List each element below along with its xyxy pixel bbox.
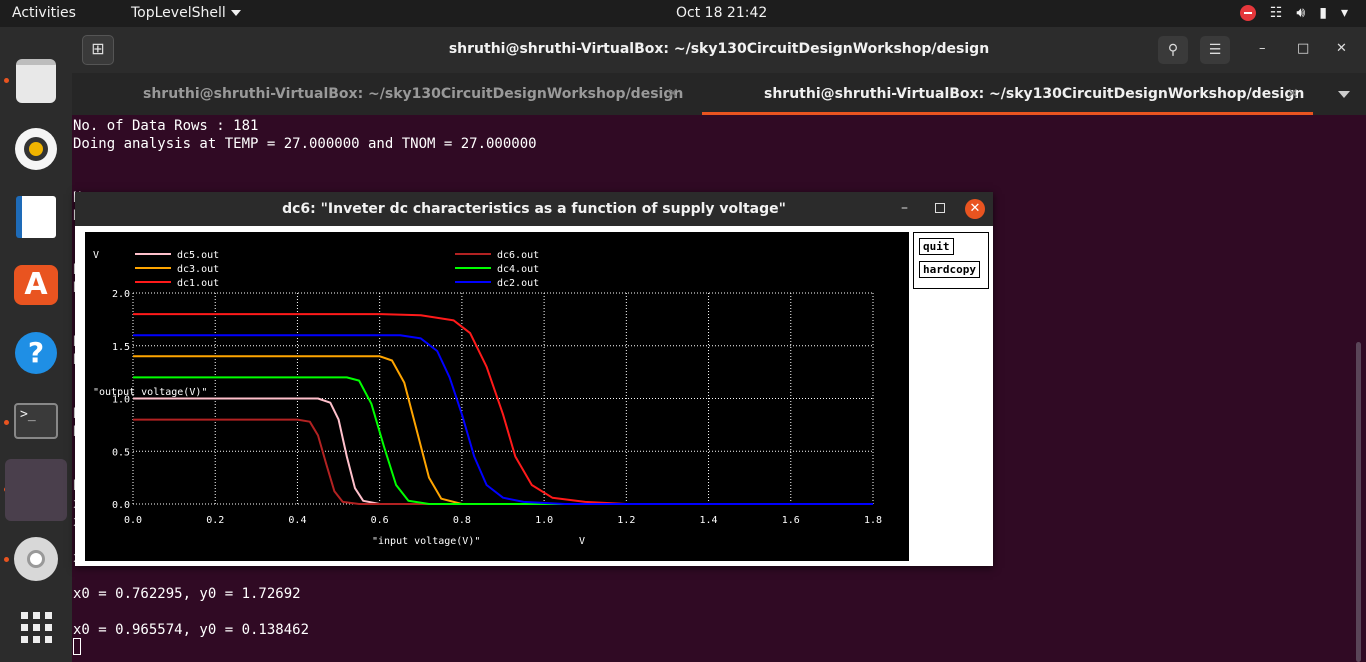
- running-indicator: [4, 78, 9, 83]
- terminal-cursor: [73, 638, 81, 655]
- plot-window-title: dc6: "Inveter dc characteristics as a fu…: [282, 201, 786, 217]
- network-icon[interactable]: ☷: [1270, 4, 1283, 22]
- x-tick-label: 0.0: [124, 515, 142, 526]
- x-tick-label: 1.2: [617, 515, 635, 526]
- maximize-button[interactable]: □: [1297, 41, 1309, 56]
- plot-button-panel: quit hardcopy: [913, 232, 989, 289]
- app-menu-label: TopLevelShell: [131, 5, 226, 21]
- chart: 0.0 0.2 0.4 0.6 0.8 1.0 1.2 1.4 1.6 1.80.00.51.01…: [93, 250, 882, 547]
- activities-button[interactable]: Activities: [12, 5, 76, 21]
- y-tick-label: 1.5: [112, 342, 130, 353]
- plot-area[interactable]: 0.0 0.2 0.4 0.6 0.8 1.0 1.2 1.4 1.6 1.8 0.0 0.5 1.0 1…: [85, 232, 909, 561]
- x-axis-unit: V: [579, 536, 585, 547]
- software-store-icon[interactable]: A: [10, 259, 62, 311]
- legend-label: dc4.out: [497, 264, 539, 275]
- minimize-button[interactable]: –: [901, 200, 908, 216]
- top-bar: Activities TopLevelShell Oct 18 21:42 ☷ …: [0, 0, 1366, 27]
- x-tick-label: 1.6: [782, 515, 800, 526]
- series-line-dc6-out: [133, 418, 873, 505]
- menu-button[interactable]: ☰: [1200, 36, 1230, 64]
- minimize-button[interactable]: –: [1259, 41, 1266, 56]
- x-tick-label: 1.0: [535, 515, 553, 526]
- x-axis-label: "input voltage(V)": [372, 536, 480, 547]
- series-line-dc3-out: [133, 355, 873, 505]
- terminal-icon[interactable]: >_: [10, 395, 62, 447]
- x-tick-label: 1.4: [700, 515, 718, 526]
- system-tray[interactable]: ☷ 🔊︎ ▮ ▾: [1239, 4, 1348, 22]
- close-icon[interactable]: ✕: [667, 73, 679, 115]
- y-tick-label: 0.0: [112, 500, 130, 511]
- running-indicator: [4, 420, 9, 425]
- plot-window: dc6: "Inveter dc characteristics as a fu…: [75, 192, 993, 566]
- y-axis-label: "output voltage(V)": [93, 387, 207, 398]
- series-line-dc1-out: [133, 313, 873, 505]
- hamburger-icon: ☰: [1208, 42, 1222, 58]
- legend-label: dc1.out: [177, 278, 219, 289]
- show-apps-icon[interactable]: [10, 601, 62, 653]
- tab-label: shruthi@shruthi-VirtualBox: ~/sky130Circ…: [143, 86, 684, 102]
- dock: A ? >_: [0, 27, 72, 662]
- y-tick-label: 0.5: [112, 447, 130, 458]
- terminal-scrollbar[interactable]: [1356, 342, 1361, 662]
- writer-icon[interactable]: [10, 191, 62, 243]
- series-line-dc4-out: [133, 376, 873, 505]
- running-indicator: [4, 557, 9, 562]
- close-button[interactable]: ✕: [1336, 41, 1347, 56]
- terminal-line: No. of Data Rows : 181: [73, 118, 259, 134]
- tab-label: shruthi@shruthi-VirtualBox: ~/sky130Circ…: [764, 86, 1305, 102]
- rhythmbox-icon[interactable]: [10, 123, 62, 175]
- plot-window-titlebar[interactable]: dc6: "Inveter dc characteristics as a fu…: [75, 192, 993, 226]
- maximize-button[interactable]: [935, 203, 945, 213]
- quit-button[interactable]: quit: [919, 238, 954, 255]
- help-icon[interactable]: ?: [10, 327, 62, 379]
- legend-label: dc6.out: [497, 250, 539, 261]
- search-button[interactable]: ⚲: [1158, 36, 1188, 64]
- y-axis-unit: V: [93, 250, 99, 261]
- tab-1[interactable]: shruthi@shruthi-VirtualBox: ~/sky130Circ…: [72, 73, 702, 115]
- terminal-header-bar: ⊞ shruthi@shruthi-VirtualBox: ~/sky130Ci…: [72, 27, 1366, 73]
- tab-2[interactable]: shruthi@shruthi-VirtualBox: ~/sky130Circ…: [702, 73, 1313, 115]
- tab-menu-chevron-icon[interactable]: [1338, 91, 1350, 98]
- search-icon: ⚲: [1167, 42, 1179, 58]
- battery-icon[interactable]: ▮: [1319, 4, 1327, 22]
- x-tick-label: 0.8: [453, 515, 471, 526]
- active-app-icon[interactable]: [5, 459, 67, 521]
- close-icon[interactable]: ✕: [1287, 73, 1299, 115]
- x-tick-label: 0.6: [371, 515, 389, 526]
- disc-icon[interactable]: [10, 533, 62, 585]
- legend-label: dc5.out: [177, 250, 219, 261]
- chevron-down-icon[interactable]: ▾: [1341, 4, 1348, 22]
- terminal-line: x0 = 0.762295, y0 = 1.72692: [73, 586, 301, 602]
- x-tick-label: 0.2: [206, 515, 224, 526]
- x-tick-label: 1.8: [864, 515, 882, 526]
- error-indicator-icon[interactable]: [1239, 5, 1256, 21]
- close-button[interactable]: ✕: [965, 199, 985, 219]
- terminal-line: Doing analysis at TEMP = 27.000000 and T…: [73, 136, 537, 152]
- x-tick-label: 0.4: [288, 515, 306, 526]
- chevron-down-icon: [230, 10, 241, 16]
- legend-label: dc3.out: [177, 264, 219, 275]
- y-tick-label: 2.0: [112, 289, 130, 300]
- clock[interactable]: Oct 18 21:42: [676, 5, 767, 21]
- app-menu[interactable]: TopLevelShell: [131, 5, 241, 21]
- hardcopy-button[interactable]: hardcopy: [919, 261, 980, 278]
- files-icon[interactable]: [10, 55, 62, 107]
- terminal-line: x0 = 0.965574, y0 = 0.138462: [73, 622, 310, 638]
- volume-icon[interactable]: 🔊︎: [1296, 4, 1305, 22]
- legend-label: dc2.out: [497, 278, 539, 289]
- terminal-tab-bar: shruthi@shruthi-VirtualBox: ~/sky130Circ…: [72, 73, 1366, 115]
